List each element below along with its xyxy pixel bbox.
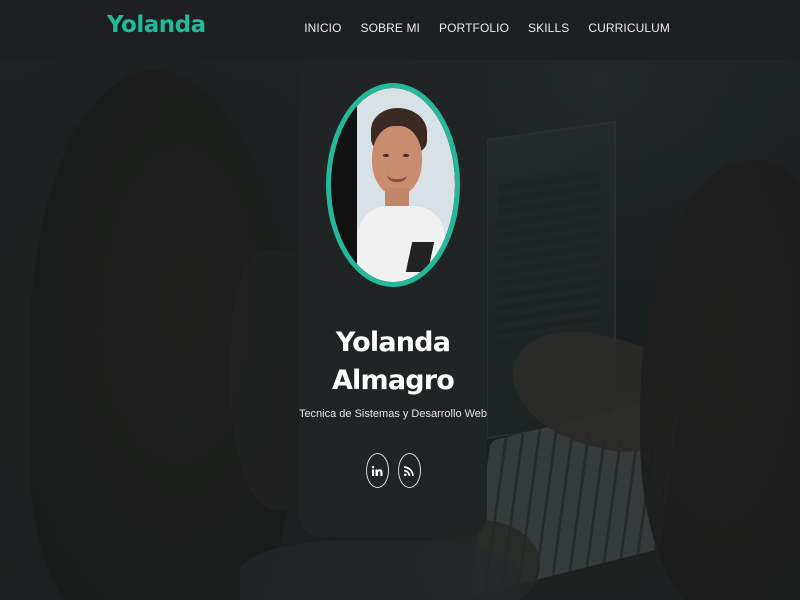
profile-name: Yolanda Almagro [299,324,487,400]
site-header: Yolanda INICIO SOBRE MI PORTFOLIO SKILLS… [0,0,800,60]
nav-item-sobre-mi[interactable]: SOBRE MI [361,21,420,35]
profile-first-name: Yolanda [335,327,451,358]
nav-item-inicio[interactable]: INICIO [304,21,341,35]
avatar-mouth [387,174,407,182]
nav-item-portfolio[interactable]: PORTFOLIO [439,21,509,35]
profile-last-name: Almagro [331,365,455,396]
avatar-eye-right [403,154,409,157]
site-logo[interactable]: Yolanda [107,12,206,38]
linkedin-icon [371,465,383,476]
profile-subtitle: Tecnica de Sistemas y Desarrollo Web [298,408,488,420]
main-nav: INICIO SOBRE MI PORTFOLIO SKILLS CURRICU… [304,21,670,35]
avatar-face [372,126,422,196]
nav-item-skills[interactable]: SKILLS [528,21,569,35]
rss-icon [403,465,414,476]
linkedin-button[interactable] [365,453,389,488]
avatar [331,88,455,282]
nav-item-curriculum[interactable]: CURRICULUM [588,21,670,35]
social-links [299,453,487,488]
rss-button[interactable] [397,453,421,488]
avatar-shirt [357,206,445,282]
avatar-frame [326,83,460,287]
profile-card: Yolanda Almagro Tecnica de Sistemas y De… [299,62,487,537]
avatar-eye-left [383,154,389,157]
